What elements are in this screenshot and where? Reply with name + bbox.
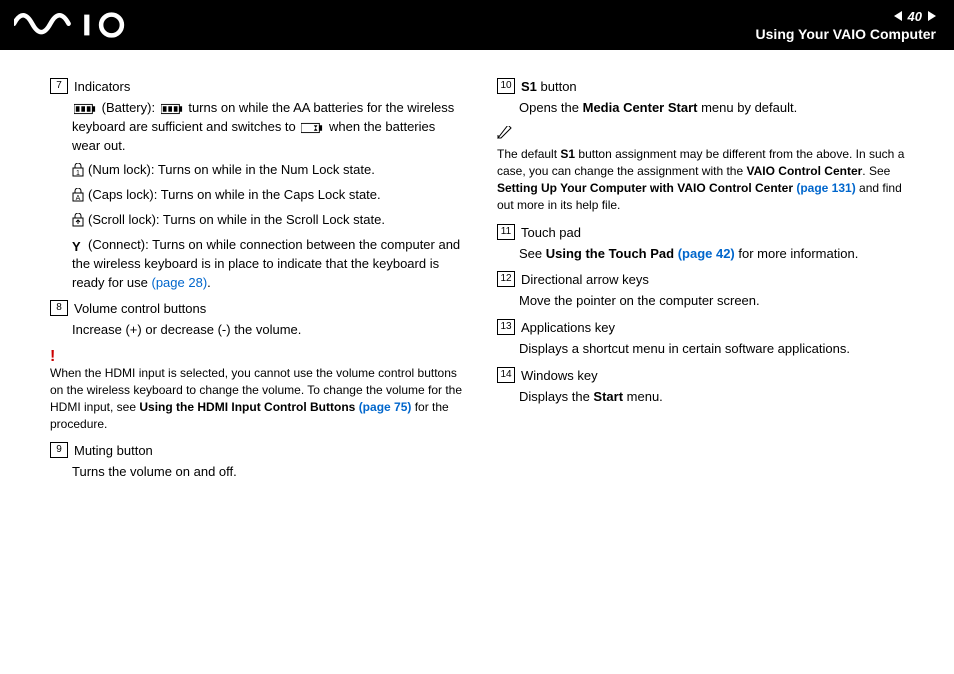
- connect-icon: Y: [72, 238, 84, 252]
- page-body: 7 Indicators (Battery): turns on while th…: [0, 50, 954, 490]
- capslock-line: A (Caps lock): Turns on while in the Cap…: [50, 186, 467, 205]
- left-column: 7 Indicators (Battery): turns on while th…: [50, 78, 467, 490]
- numlock-text: (Num lock): Turns on while in the Num Lo…: [88, 162, 375, 177]
- section-title: Using Your VAIO Computer: [756, 26, 936, 42]
- muting-title: Muting button: [74, 443, 153, 458]
- touchpad-body-a: See: [519, 246, 546, 261]
- page-75-link[interactable]: (page 75): [359, 400, 412, 414]
- s1-title-b: button: [537, 79, 577, 94]
- s1-body: Opens the Media Center Start menu by def…: [497, 99, 914, 118]
- item-volume: 8 Volume control buttons Increase (+) or …: [50, 300, 467, 340]
- connect-post: .: [207, 275, 211, 290]
- scrolllock-text: (Scroll lock): Turns on while in the Scr…: [88, 212, 385, 227]
- callout-10: 10: [497, 78, 515, 94]
- touchpad-title: Touch pad: [521, 225, 581, 240]
- win-body-a: Displays the: [519, 389, 593, 404]
- item-indicators: 7 Indicators (Battery): turns on while th…: [50, 78, 467, 292]
- battery-full-icon: [74, 102, 96, 114]
- page-number: 40: [908, 9, 922, 24]
- arrow-body: Move the pointer on the computer screen.: [497, 292, 914, 311]
- win-body: Displays the Start menu.: [497, 388, 914, 407]
- prev-page-icon[interactable]: [894, 11, 902, 21]
- connect-text: (Connect): Turns on while connection bet…: [72, 237, 460, 290]
- callout-12: 12: [497, 271, 515, 287]
- s1-note-d: VAIO Control Center: [747, 164, 863, 178]
- apps-body: Displays a shortcut menu in certain soft…: [497, 340, 914, 359]
- callout-13: 13: [497, 319, 515, 335]
- s1-body-b: Media Center Start: [583, 100, 698, 115]
- touchpad-body-c: for more information.: [735, 246, 859, 261]
- item-s1: 10 S1 button Opens the Media Center Start…: [497, 78, 914, 118]
- capslock-text: (Caps lock): Turns on while in the Caps …: [88, 187, 381, 202]
- scrolllock-icon: [72, 213, 84, 227]
- hdmi-note-b: Using the HDMI Input Control Buttons: [139, 400, 358, 414]
- win-body-c: menu.: [623, 389, 663, 404]
- touchpad-body-b: Using the Touch Pad: [546, 246, 678, 261]
- right-column: 10 S1 button Opens the Media Center Start…: [497, 78, 914, 490]
- callout-7: 7: [50, 78, 68, 94]
- warning-icon: !: [50, 348, 55, 365]
- capslock-icon: A: [72, 188, 84, 202]
- callout-14: 14: [497, 367, 515, 383]
- item-arrow-keys: 12 Directional arrow keys Move the pointe…: [497, 271, 914, 311]
- volume-title: Volume control buttons: [74, 301, 206, 316]
- numlock-line: 1 (Num lock): Turns on while in the Num …: [50, 161, 467, 180]
- scrolllock-line: (Scroll lock): Turns on while in the Scr…: [50, 211, 467, 230]
- page-131-link[interactable]: (page 131): [796, 181, 855, 195]
- numlock-icon: 1: [72, 163, 84, 177]
- s1-note-b: S1: [560, 147, 575, 161]
- page-28-link[interactable]: (page 28): [152, 275, 208, 290]
- header-bar: 40 Using Your VAIO Computer: [0, 0, 954, 50]
- item-muting: 9 Muting button Turns the volume on and o…: [50, 442, 467, 482]
- connect-line: Y(Connect): Turns on while connection be…: [50, 236, 467, 293]
- muting-body: Turns the volume on and off.: [50, 463, 467, 482]
- next-page-icon[interactable]: [928, 11, 936, 21]
- win-body-b: Start: [593, 389, 623, 404]
- item-applications-key: 13 Applications key Displays a shortcut m…: [497, 319, 914, 359]
- pager: 40: [894, 9, 936, 24]
- battery-text-a: (Battery):: [102, 100, 159, 115]
- item-touchpad: 11 Touch pad See Using the Touch Pad (pag…: [497, 224, 914, 264]
- s1-note-a: The default: [497, 147, 560, 161]
- win-title: Windows key: [521, 368, 598, 383]
- svg-text:1: 1: [76, 170, 80, 177]
- pencil-icon: [497, 126, 515, 145]
- callout-8: 8: [50, 300, 68, 316]
- s1-body-a: Opens the: [519, 100, 583, 115]
- s1-title-a: S1: [521, 79, 537, 94]
- hdmi-note: ! When the HDMI input is selected, you c…: [50, 348, 467, 432]
- indicators-title: Indicators: [74, 79, 130, 94]
- callout-9: 9: [50, 442, 68, 458]
- svg-text:A: A: [76, 195, 81, 202]
- apps-title: Applications key: [521, 320, 615, 335]
- item-windows-key: 14 Windows key Displays the Start menu.: [497, 367, 914, 407]
- battery-low-icon: [301, 121, 323, 133]
- s1-note-e: . See: [862, 164, 890, 178]
- battery-full-icon-2: [161, 102, 183, 114]
- arrow-title: Directional arrow keys: [521, 272, 649, 287]
- battery-line: (Battery): turns on while the AA batteri…: [50, 99, 467, 156]
- s1-note-f: Setting Up Your Computer with VAIO Contr…: [497, 181, 796, 195]
- s1-note: The default S1 button assignment may be …: [497, 126, 914, 214]
- touchpad-body: See Using the Touch Pad (page 42) for mo…: [497, 245, 914, 264]
- page-42-link[interactable]: (page 42): [678, 246, 735, 261]
- s1-body-c: menu by default.: [697, 100, 797, 115]
- callout-11: 11: [497, 224, 515, 240]
- volume-body: Increase (+) or decrease (-) the volume.: [50, 321, 467, 340]
- vaio-logo: [14, 0, 144, 50]
